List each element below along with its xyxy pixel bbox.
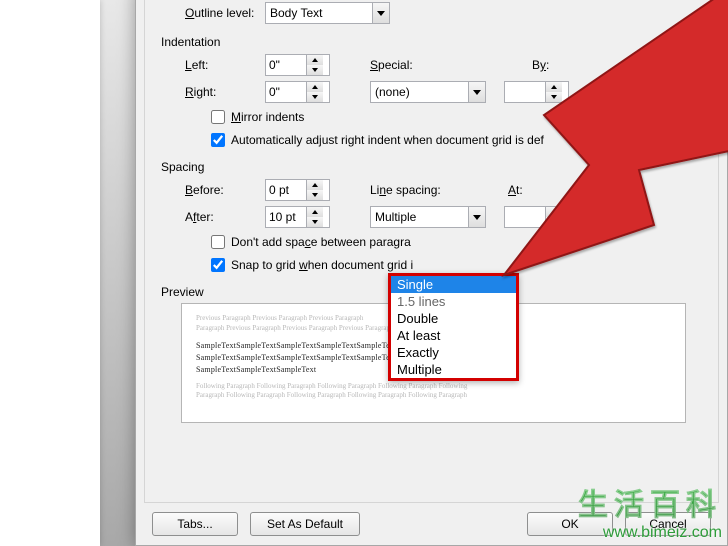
auto-adjust-row: Automatically adjust right indent when d… (207, 130, 706, 150)
spacing-after-row: After: Multiple (161, 205, 706, 229)
spacing-before-row: Before: Line spacing: At: (161, 178, 706, 202)
auto-adjust-checkbox[interactable] (211, 133, 225, 147)
indent-left-label: Left: (185, 58, 265, 72)
after-spinner[interactable] (265, 206, 330, 228)
mirror-indents-checkbox[interactable] (211, 110, 225, 124)
dropdown-option-1-5[interactable]: 1.5 lines (391, 293, 516, 310)
spin-down-icon[interactable] (546, 92, 562, 102)
indent-right-row: Right: (none) (161, 80, 706, 104)
snap-grid-row: Snap to grid when document grid i (207, 255, 706, 275)
after-label: After: (185, 210, 265, 224)
by-input[interactable] (505, 83, 545, 101)
line-spacing-combo[interactable]: Multiple (370, 206, 486, 228)
before-spinner[interactable] (265, 179, 330, 201)
before-input[interactable] (266, 181, 306, 199)
preview-ghost-text: Following Paragraph Following Paragraph … (196, 382, 671, 392)
mirror-indents-label: Mirror indents (231, 110, 304, 124)
watermark-url: www.bimeiz.com (578, 524, 722, 542)
by-label: By: (532, 58, 549, 72)
outline-level-value: Body Text (266, 6, 372, 20)
dropdown-option-single[interactable]: Single (391, 276, 516, 293)
dropdown-arrow-icon[interactable] (468, 207, 485, 227)
document-background (0, 0, 100, 546)
outline-level-combo[interactable]: Body Text (265, 2, 390, 24)
noadd-space-checkbox[interactable] (211, 235, 225, 249)
spin-up-icon[interactable] (546, 82, 562, 92)
at-spinner[interactable] (504, 206, 569, 228)
dropdown-option-atleast[interactable]: At least (391, 327, 516, 344)
special-value: (none) (371, 85, 468, 99)
spin-up-icon[interactable] (307, 82, 323, 92)
by-spinner[interactable] (504, 81, 569, 103)
spin-down-icon[interactable] (307, 92, 323, 102)
noadd-space-row: Don't add space between paragra (207, 232, 706, 252)
special-combo[interactable]: (none) (370, 81, 486, 103)
indent-left-row: Left: Special: By: (161, 53, 706, 77)
at-input[interactable] (505, 208, 545, 226)
spin-down-icon[interactable] (307, 190, 323, 200)
watermark-text: 生活百科 (578, 480, 722, 524)
spin-up-icon[interactable] (307, 180, 323, 190)
tabs-button[interactable]: Tabs... (152, 512, 238, 536)
spacing-section-title: Spacing (161, 160, 706, 174)
before-label: Before: (185, 183, 265, 197)
spin-up-icon[interactable] (307, 55, 323, 65)
watermark: 生活百科 www.bimeiz.com (578, 480, 722, 542)
indent-right-label: Right: (185, 85, 265, 99)
noadd-space-label: Don't add space between paragra (231, 235, 411, 249)
after-input[interactable] (266, 208, 306, 226)
spin-up-icon[interactable] (307, 207, 323, 217)
snap-grid-label: Snap to grid when document grid i (231, 258, 413, 272)
special-label: Special: (370, 58, 450, 72)
set-as-default-button[interactable]: Set As Default (250, 512, 360, 536)
dialog-body: Outline level: document.currentScript.pr… (144, 0, 719, 503)
spin-down-icon[interactable] (546, 217, 562, 227)
indent-left-input[interactable] (266, 56, 306, 74)
indentation-section-title: Indentation (161, 35, 706, 49)
outline-row: Outline level: document.currentScript.pr… (161, 1, 706, 25)
indent-right-input[interactable] (266, 83, 306, 101)
preview-ghost-text: Paragraph Following Paragraph Following … (196, 391, 671, 401)
dropdown-option-multiple[interactable]: Multiple (391, 361, 516, 378)
dropdown-arrow-icon[interactable] (372, 3, 389, 23)
line-spacing-label: Line spacing: (370, 183, 450, 197)
line-spacing-dropdown[interactable]: Single 1.5 lines Double At least Exactly… (388, 273, 519, 381)
line-spacing-value: Multiple (371, 210, 468, 224)
auto-adjust-label: Automatically adjust right indent when d… (231, 133, 544, 147)
snap-grid-checkbox[interactable] (211, 258, 225, 272)
spin-down-icon[interactable] (307, 65, 323, 75)
indent-right-spinner[interactable] (265, 81, 330, 103)
at-label: At: (508, 183, 523, 197)
spin-up-icon[interactable] (546, 207, 562, 217)
dropdown-option-double[interactable]: Double (391, 310, 516, 327)
dropdown-arrow-icon[interactable] (468, 82, 485, 102)
dropdown-option-exactly[interactable]: Exactly (391, 344, 516, 361)
mirror-indents-row: Mirror indents (207, 107, 706, 127)
spin-down-icon[interactable] (307, 217, 323, 227)
outline-label: Outline level: (185, 6, 265, 20)
indent-left-spinner[interactable] (265, 54, 330, 76)
